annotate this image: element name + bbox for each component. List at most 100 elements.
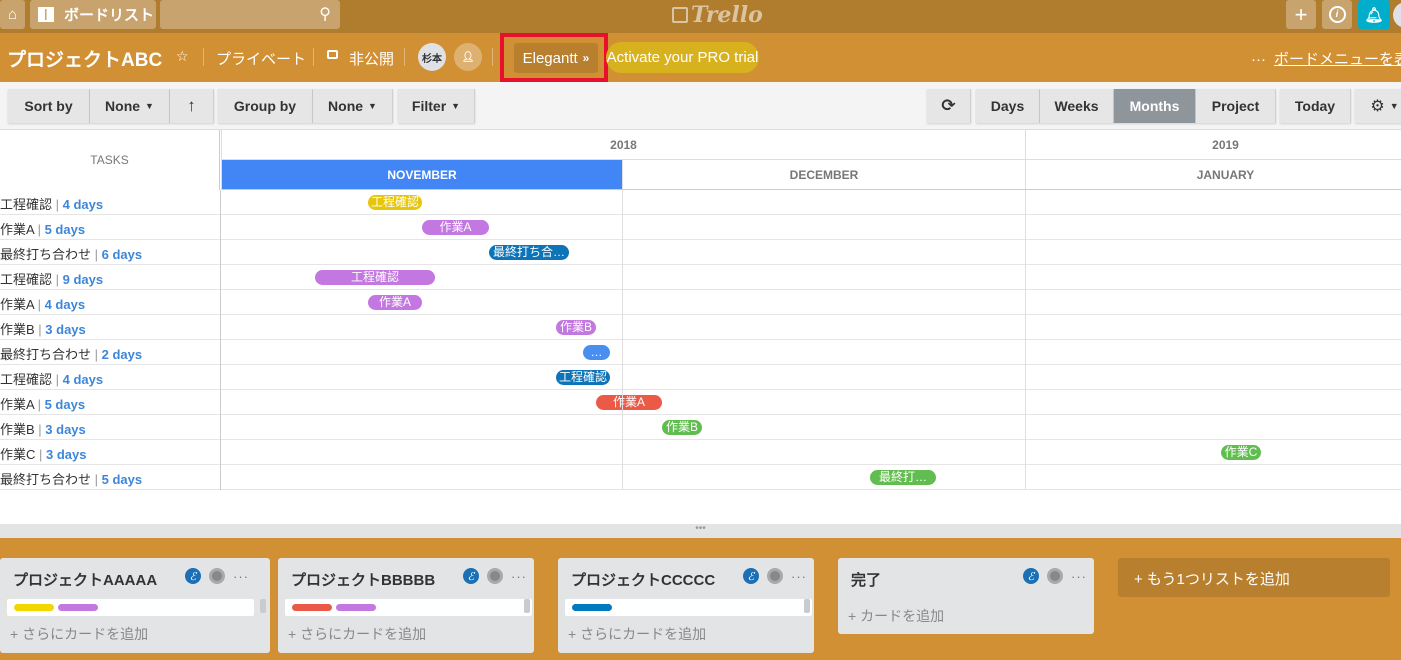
gantt-bar[interactable]: 工程確認: [556, 370, 610, 385]
task-label[interactable]: 作業A | 5 days: [0, 219, 85, 238]
eye-icon[interactable]: [487, 568, 503, 584]
task-row[interactable]: 工程確認 | 9 days 工程確認: [0, 265, 1401, 290]
task-row[interactable]: 最終打ち合わせ | 6 days 最終打ち合…: [0, 240, 1401, 265]
list-scrollbar[interactable]: [260, 599, 266, 613]
card[interactable]: [7, 599, 254, 616]
search-input[interactable]: ⚲: [160, 0, 340, 29]
card[interactable]: [285, 599, 532, 616]
card-label[interactable]: [336, 604, 376, 611]
team-visibility[interactable]: プライベート: [216, 48, 306, 69]
gantt-bar[interactable]: 最終打…: [870, 470, 936, 485]
notifications-button[interactable]: 🔔︎: [1358, 0, 1390, 29]
list-title[interactable]: プロジェクトAAAAA: [13, 569, 157, 590]
elegantt-icon[interactable]: ℰ: [185, 568, 201, 584]
gantt-bar[interactable]: 作業B: [556, 320, 596, 335]
sort-direction-button[interactable]: ↑: [170, 89, 214, 123]
list-scrollbar[interactable]: [804, 599, 810, 613]
view-project-button[interactable]: Project: [1196, 89, 1276, 123]
task-label[interactable]: 最終打ち合わせ | 6 days: [0, 244, 142, 263]
card-label[interactable]: [58, 604, 98, 611]
separator: |: [34, 322, 46, 337]
more-icon[interactable]: ···: [1071, 569, 1087, 584]
gantt-bar[interactable]: 作業C: [1221, 445, 1261, 460]
task-row[interactable]: 作業A | 5 days 作業A: [0, 215, 1401, 240]
eye-icon[interactable]: [767, 568, 783, 584]
card[interactable]: [565, 599, 812, 616]
filter-dropdown[interactable]: Filter ▼: [398, 89, 475, 123]
task-row[interactable]: 最終打ち合わせ | 5 days 最終打…: [0, 465, 1401, 490]
list-title[interactable]: プロジェクトBBBBB: [291, 569, 435, 590]
sort-by-dropdown[interactable]: None ▼: [90, 89, 170, 123]
boards-button[interactable]: ボードリスト: [30, 0, 156, 29]
task-duration: 6 days: [101, 247, 143, 262]
task-label[interactable]: 作業A | 5 days: [0, 394, 85, 413]
info-button[interactable]: i: [1322, 0, 1352, 29]
card-label[interactable]: [292, 604, 332, 611]
view-days-button[interactable]: Days: [976, 89, 1040, 123]
group-by-dropdown[interactable]: None ▼: [313, 89, 393, 123]
trello-logo[interactable]: Trello: [672, 2, 763, 28]
task-row[interactable]: 作業A | 4 days 作業A: [0, 290, 1401, 315]
task-label[interactable]: 作業B | 3 days: [0, 319, 86, 338]
settings-button[interactable]: ⚙ ▼: [1355, 89, 1401, 123]
board-visibility[interactable]: 非公開: [349, 48, 394, 69]
task-row[interactable]: 工程確認 | 4 days 工程確認: [0, 365, 1401, 390]
task-row[interactable]: 作業A | 5 days 作業A: [0, 390, 1401, 415]
task-label[interactable]: 工程確認 | 4 days: [0, 194, 103, 213]
task-label[interactable]: 工程確認 | 4 days: [0, 369, 103, 388]
member-avatar[interactable]: 杉本: [418, 43, 446, 71]
user-avatar[interactable]: [1393, 2, 1401, 28]
add-card-button[interactable]: + さらにカードを追加: [288, 624, 426, 644]
task-row[interactable]: 最終打ち合わせ | 2 days …: [0, 340, 1401, 365]
task-row[interactable]: 作業C | 3 days 作業C: [0, 440, 1401, 465]
elegantt-icon[interactable]: ℰ: [1023, 568, 1039, 584]
card-label[interactable]: [14, 604, 54, 611]
gantt-bar[interactable]: 作業A: [368, 295, 422, 310]
board-menu-link[interactable]: ··· ボードメニューを表: [1251, 48, 1401, 69]
task-label[interactable]: 作業C | 3 days: [0, 444, 86, 463]
view-months-button[interactable]: Months: [1114, 89, 1196, 123]
task-label[interactable]: 工程確認 | 9 days: [0, 269, 103, 288]
task-label[interactable]: 最終打ち合わせ | 5 days: [0, 469, 142, 488]
more-icon[interactable]: ···: [511, 569, 527, 584]
add-card-button[interactable]: + カードを追加: [848, 606, 944, 626]
list-scrollbar[interactable]: [524, 599, 530, 613]
board-title[interactable]: プロジェクトABC: [7, 45, 162, 72]
home-button[interactable]: ⌂: [0, 0, 25, 29]
task-row[interactable]: 工程確認 | 4 days 工程確認: [0, 190, 1401, 215]
gantt-bar[interactable]: 最終打ち合…: [489, 245, 569, 260]
gantt-bar[interactable]: 作業A: [422, 220, 489, 235]
add-card-button[interactable]: + さらにカードを追加: [568, 624, 706, 644]
eye-icon[interactable]: [209, 568, 225, 584]
today-button[interactable]: Today: [1280, 89, 1351, 123]
task-label[interactable]: 最終打ち合わせ | 2 days: [0, 344, 142, 363]
task-label[interactable]: 作業A | 4 days: [0, 294, 85, 313]
elegantt-button[interactable]: Elegantt »: [514, 43, 598, 73]
star-icon[interactable]: ☆: [176, 48, 189, 65]
add-list-button[interactable]: + もう1つリストを追加: [1118, 558, 1390, 597]
view-weeks-button[interactable]: Weeks: [1040, 89, 1114, 123]
gantt-bar[interactable]: 工程確認: [368, 195, 422, 210]
refresh-button[interactable]: ⟳: [927, 89, 971, 123]
elegantt-icon[interactable]: ℰ: [743, 568, 759, 584]
elegantt-icon[interactable]: ℰ: [463, 568, 479, 584]
eye-icon[interactable]: [1047, 568, 1063, 584]
invite-member-button[interactable]: 👤︎: [454, 43, 482, 71]
task-row[interactable]: 作業B | 3 days 作業B: [0, 315, 1401, 340]
gantt-bar[interactable]: 工程確認: [315, 270, 435, 285]
list-title[interactable]: プロジェクトCCCCC: [571, 569, 715, 590]
pro-trial-button[interactable]: Activate your PRO trial: [606, 42, 759, 73]
gantt-bar[interactable]: …: [583, 345, 610, 360]
gantt-bar[interactable]: 作業A: [596, 395, 662, 410]
task-label[interactable]: 作業B | 3 days: [0, 419, 86, 438]
resize-handle[interactable]: •••: [0, 524, 1401, 538]
task-row[interactable]: 作業B | 3 days 作業B: [0, 415, 1401, 440]
card-label[interactable]: [572, 604, 612, 611]
add-card-button[interactable]: + さらにカードを追加: [10, 624, 148, 644]
list-title[interactable]: 完了: [851, 569, 881, 590]
more-icon[interactable]: ···: [233, 569, 249, 584]
create-button[interactable]: +: [1286, 0, 1316, 29]
more-icon[interactable]: ···: [791, 569, 807, 584]
separator: |: [91, 472, 102, 487]
gantt-bar[interactable]: 作業B: [662, 420, 702, 435]
